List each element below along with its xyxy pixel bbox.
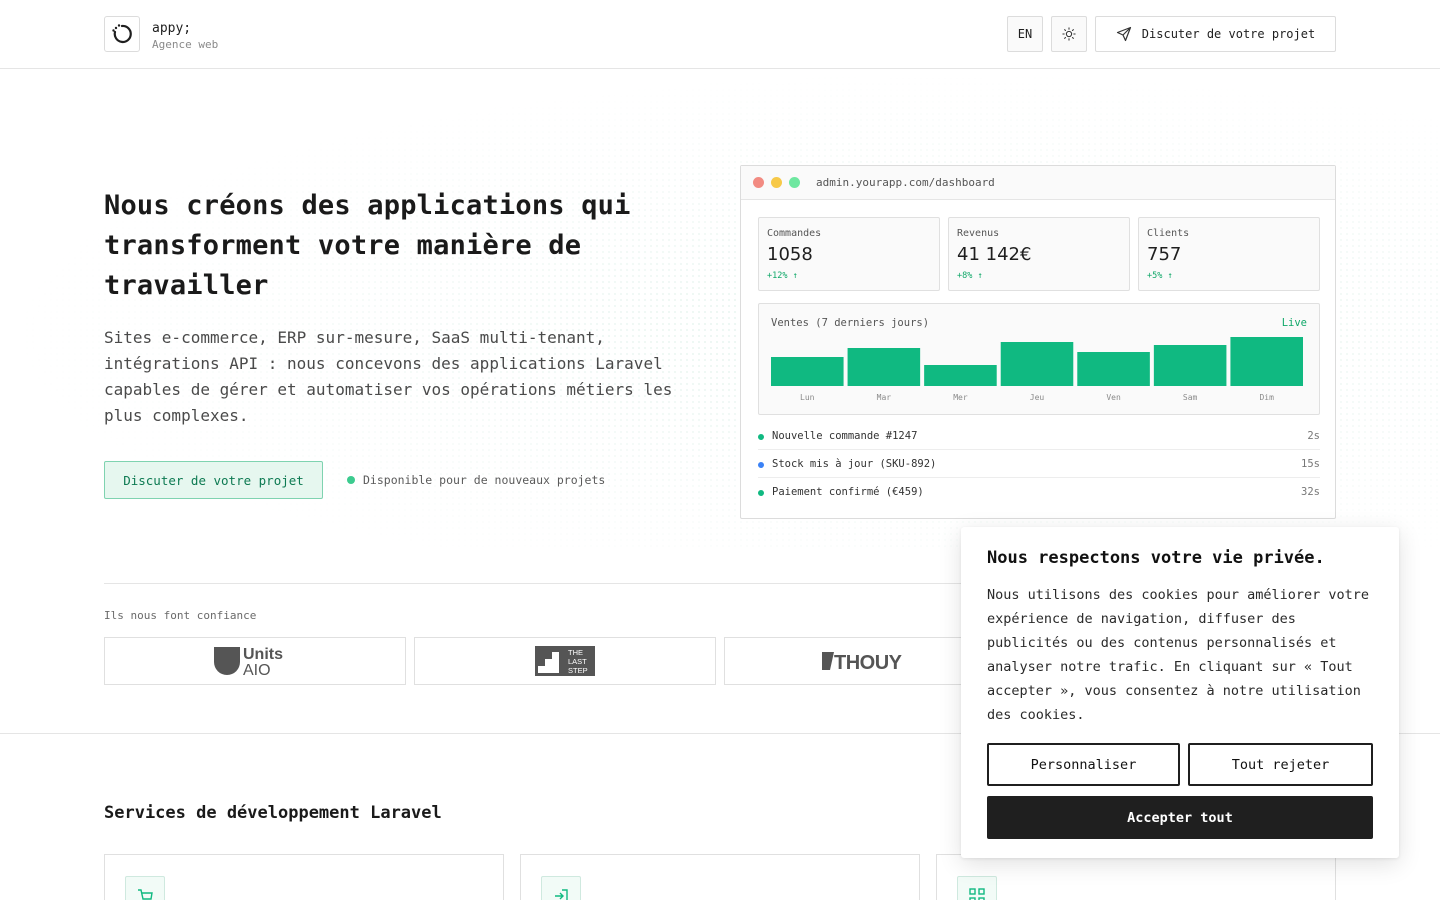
stat-label: Clients [1147,228,1190,239]
status-dot-icon [347,476,355,484]
grid-icon [957,876,997,900]
activity-dot-icon [758,434,764,440]
activity-divider [758,477,1320,478]
stat-delta: +12% ↑ [767,271,798,281]
header-contact-label: Discuter de votre projet [1141,27,1316,41]
availability-status: Disponible pour de nouveaux projets [347,473,605,487]
service-card[interactable] [936,854,1336,900]
chart-tick-label: Lun [800,393,815,402]
stat-card-clients: Clients 757 +5% ↑ [1138,217,1320,291]
thouy-logo-icon: THOUY [822,652,903,674]
client-logo-units-aio: Units AIO [104,637,406,685]
svg-text:LAST: LAST [568,657,587,666]
hero-title: Nous créons des applications qui transfo… [104,190,631,301]
cookie-reject-button[interactable]: Tout rejeter [1188,743,1373,786]
language-label: EN [1017,27,1033,41]
window-minimize-dot-icon [771,177,782,188]
chart-tick-label: Mer [953,393,968,402]
thouy-logo-text: THOUY [834,652,903,674]
aio-logo-text: AIO [243,662,271,678]
chart-bar [847,348,921,386]
activity-divider [758,449,1320,450]
stat-card-revenue: Revenus 41 142€ +8% ↑ [948,217,1130,291]
hero-description: Sites e-commerce, ERP sur-mesure, SaaS m… [104,328,673,425]
chart-bar [1230,337,1303,386]
trust-label: Ils nous font confiance [104,609,257,622]
activity-text: Paiement confirmé (€459) [772,486,924,498]
dashboard-preview: admin.yourapp.com/dashboard Commandes 10… [740,165,1336,519]
activity-dot-icon [758,490,764,496]
cookie-text: Nous utilisons des cookies pour améliore… [987,587,1370,723]
services-title: Services de développement Laravel [104,803,442,823]
svg-text:THE: THE [568,648,583,657]
units-logo-text: Units [243,646,283,663]
cookie-accept-button[interactable]: Accepter tout [987,796,1373,839]
shopping-cart-icon [125,876,165,900]
header-contact-button[interactable]: Discuter de votre projet [1095,16,1336,52]
client-logo-the-last-step: THE LAST STEP [414,637,716,685]
browser-url: admin.yourapp.com/dashboard [816,176,995,189]
stat-value: 757 [1147,244,1182,265]
chart-tick-label: Dim [1259,393,1274,402]
service-card[interactable] [104,854,504,900]
browser-bar: admin.yourapp.com/dashboard [741,166,1335,200]
theme-toggle-button[interactable] [1051,16,1087,52]
the-last-step-logo-icon: THE LAST STEP [535,646,595,676]
sales-chart: Ventes (7 derniers jours) Live Lun Mar Mer… [758,303,1320,415]
sales-bar-chart: Lun Mar Mer Jeu Ven Sam Dim [771,337,1303,402]
chart-tick-label: Sam [1183,393,1198,402]
window-maximize-dot-icon [789,177,800,188]
brand-tagline: Agence web [152,38,219,51]
chart-bar [1000,342,1074,386]
chart-bar [1077,352,1150,386]
activity-dot-icon [758,462,764,468]
stat-card-orders: Commandes 1058 +12% ↑ [758,217,940,291]
cookie-customize-button[interactable]: Personnaliser [987,743,1180,786]
activity-item: Stock mis à jour (SKU-892) 15s [758,456,1320,476]
site-header: appy; Agence web EN Discuter de votre pr… [0,0,1440,69]
stat-label: Commandes [767,228,822,239]
activity-text: Stock mis à jour (SKU-892) [772,458,937,470]
stat-delta: +8% ↑ [957,271,983,281]
chart-bar [771,357,844,386]
language-switch-button[interactable]: EN [1007,16,1043,52]
chart-bar [1153,345,1227,386]
window-close-dot-icon [753,177,764,188]
brand-logo-icon[interactable] [104,16,140,52]
stat-delta: +5% ↑ [1147,271,1173,281]
chart-tick-label: Jeu [1030,393,1045,402]
hero-contact-button[interactable]: Discuter de votre projet [104,461,323,499]
service-card[interactable] [520,854,920,900]
sun-icon [1062,27,1076,41]
cookie-consent-dialog: Nous respectons votre vie privée. Nous u… [961,527,1399,858]
activity-time: 2s [1307,430,1320,442]
cookie-title: Nous respectons votre vie privée. [987,548,1325,568]
units-aio-logo-icon: Units AIO [214,646,283,678]
stat-value: 41 142€ [957,244,1032,265]
chart-tick-label: Mar [877,393,892,402]
activity-time: 15s [1301,458,1320,470]
brand-name[interactable]: appy; [152,21,191,36]
activity-item: Nouvelle commande #1247 2s [758,428,1320,448]
chart-tick-label: Ven [1106,393,1121,402]
send-icon [1116,26,1131,42]
activity-item: Paiement confirmé (€459) 32s [758,484,1320,504]
activity-time: 32s [1301,486,1320,498]
svg-text:STEP: STEP [568,666,588,675]
availability-label: Disponible pour de nouveaux projets [363,473,606,487]
stat-value: 1058 [767,244,813,265]
activity-text: Nouvelle commande #1247 [772,430,918,442]
chart-bar [924,365,997,386]
stat-label: Revenus [957,228,1000,239]
enter-icon [541,876,581,900]
